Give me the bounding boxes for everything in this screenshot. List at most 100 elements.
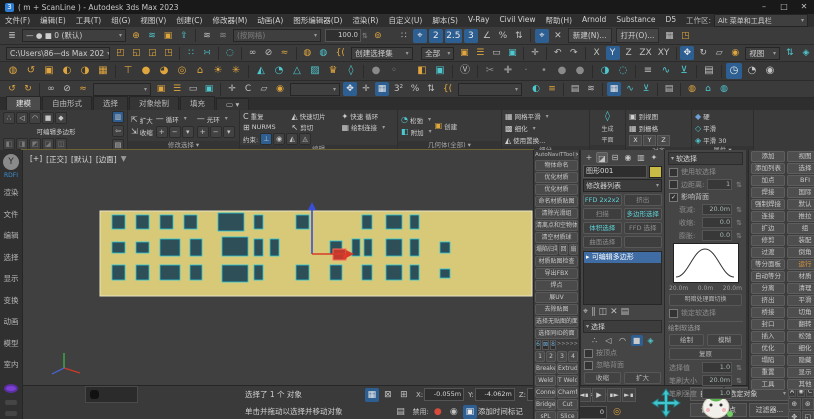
palette-icon[interactable]: ◧: [414, 63, 430, 79]
mini-listener-window[interactable]: [85, 386, 138, 403]
menu-item-15[interactable]: Arnold: [577, 15, 611, 26]
element-mode-icon[interactable]: ◈: [645, 335, 657, 346]
rail-item-7[interactable]: 模型: [4, 340, 19, 348]
dot-size-3-icon[interactable]: ●: [554, 63, 570, 79]
array-tool-icon[interactable]: ◍: [316, 46, 330, 60]
quick-modifier-4[interactable]: 体积选择: [583, 222, 622, 234]
light-box-icon[interactable]: ◑: [77, 63, 93, 79]
open-file-button[interactable]: 打开(O)...: [616, 28, 660, 43]
plugin-col2-12[interactable]: 平滑: [787, 295, 814, 306]
hierarchy-tab[interactable]: ⊟: [609, 152, 621, 163]
selection-value[interactable]: 1.0: [702, 362, 732, 373]
ribbon-button-附加[interactable]: ◧附加▾: [401, 127, 432, 137]
spinner-snap-icon[interactable]: ⇅: [512, 29, 526, 43]
dot-size-1-icon[interactable]: ·: [518, 63, 534, 79]
edge-distance-checkbox[interactable]: [669, 180, 678, 189]
quick-modifier-0[interactable]: FFD 2x2x2: [583, 194, 622, 206]
loop-label[interactable]: —循环▾: [156, 114, 194, 124]
next-frame-button[interactable]: ∎►: [607, 388, 621, 402]
grid-array-icon[interactable]: ∷: [184, 46, 198, 60]
menu-item-9[interactable]: 渲染(R): [347, 15, 383, 26]
amt-button-2[interactable]: 优化材质: [535, 184, 578, 195]
schematic-view-icon[interactable]: ▤: [701, 63, 717, 79]
menu-item-16[interactable]: Substance: [611, 15, 660, 26]
ribbon-button-NURMS[interactable]: ⊞NURMS: [243, 122, 284, 132]
region-select-icon[interactable]: ▭: [186, 82, 200, 96]
unlink-selection-icon[interactable]: ⊘: [262, 46, 276, 60]
polygon-mode-icon[interactable]: ■: [631, 335, 643, 346]
snap-target-icon[interactable]: ⌖: [413, 29, 427, 43]
edge-mode-icon[interactable]: ◁: [603, 335, 615, 346]
go-to-end-button[interactable]: ►∎: [622, 388, 636, 402]
use-soft-selection-checkbox[interactable]: [669, 168, 678, 177]
folder-set-project-icon[interactable]: ◲: [145, 46, 159, 60]
render-production-icon[interactable]: ◍: [717, 82, 731, 96]
plus-icon[interactable]: ✚: [500, 63, 516, 79]
align-x-button[interactable]: X: [629, 135, 642, 146]
place-tool-icon[interactable]: ◉: [273, 82, 287, 96]
configure-modifier-sets-icon[interactable]: ▤: [621, 307, 630, 317]
ring-dd-icon[interactable]: ▾: [223, 126, 235, 138]
soft-selection-header[interactable]: ▾ 软选择: [668, 152, 743, 165]
mirror-icon[interactable]: ◐: [529, 82, 543, 96]
select-and-place-icon[interactable]: ◉: [728, 46, 742, 60]
selection-filter-dropdown[interactable]: 全部▾: [421, 47, 454, 60]
show-end-result-icon[interactable]: ∥: [591, 307, 596, 317]
rail-item-5[interactable]: 变换: [4, 297, 19, 305]
plugin-col2-8[interactable]: 倒角: [787, 247, 814, 258]
ribbon-button-平滑 30[interactable]: ◈平滑 30: [695, 135, 727, 145]
spinner-snap-icon[interactable]: ⇅: [424, 82, 438, 96]
amt-button-13[interactable]: 选择无贴图的面: [535, 316, 578, 327]
record-dot-icon[interactable]: ●: [431, 405, 445, 419]
scale-tool-icon[interactable]: ▱: [257, 82, 271, 96]
bind-spacewarp-icon[interactable]: ≈: [278, 46, 292, 60]
folder-save-icon[interactable]: ◱: [129, 46, 143, 60]
object-color-swatch[interactable]: [649, 166, 662, 178]
amt-pair-2-0[interactable]: Connect: [535, 387, 556, 398]
viewport[interactable]: [+] [正交] [默认] [边面] ▼: [22, 150, 533, 385]
rail-item-6[interactable]: 动画: [4, 318, 19, 326]
plugin-col1-12[interactable]: 挤出: [751, 295, 785, 306]
quick-modifier-7[interactable]: [624, 236, 663, 248]
align-icon[interactable]: ≡: [545, 82, 559, 96]
subobject-mode-icon-2[interactable]: ◠: [29, 112, 41, 124]
named-selection-field[interactable]: (按网格)▾: [233, 29, 321, 42]
subobject-mode-icon-0[interactable]: ∴: [3, 112, 15, 124]
empty-dropdown[interactable]: ▾: [93, 83, 151, 96]
constraint-icon-0[interactable]: ⊥: [260, 133, 272, 145]
spinner-arrows-icon[interactable]: ⇅: [736, 377, 742, 385]
menu-item-14[interactable]: 帮助(H): [541, 15, 578, 26]
layer-explorer-toggle-icon[interactable]: ≋: [584, 82, 598, 96]
water-drop-icon[interactable]: ◊: [343, 63, 359, 79]
polymod-side-icon-1[interactable]: ⇦: [112, 125, 124, 137]
ribbon-tab-0[interactable]: 建模: [6, 96, 41, 110]
rail-item-8[interactable]: 室内: [4, 361, 19, 369]
menu-item-17[interactable]: D5: [661, 15, 682, 26]
isolate-selection-icon[interactable]: ▦: [365, 388, 379, 402]
crown-icon[interactable]: ♛: [325, 63, 341, 79]
quick-modifier-6[interactable]: 曲面选择: [583, 236, 622, 248]
quick-modifier-5[interactable]: FFD 选择: [624, 222, 663, 234]
bind-icon[interactable]: ≈: [76, 82, 90, 96]
scene-list-icon[interactable]: ≡: [640, 63, 656, 79]
spinner-arrows-icon[interactable]: ⇅: [736, 181, 742, 189]
rect-region-icon[interactable]: ▭: [489, 46, 503, 60]
plugin-col1-16[interactable]: 优化: [751, 343, 785, 354]
plugin-col2-14[interactable]: 翻转: [787, 319, 814, 330]
camera-box-icon[interactable]: ▣: [41, 63, 57, 79]
create-layer-icon[interactable]: ⊕: [129, 29, 143, 43]
amt-pair-3-0[interactable]: Bridge: [535, 399, 556, 410]
amt-id-button-2[interactable]: 2: [546, 351, 556, 362]
key-icon[interactable]: ◎: [610, 405, 624, 419]
project-path-dropdown[interactable]: C:\Users\86—ds Max 202▾: [6, 47, 110, 60]
select-and-move-icon[interactable]: ✥: [680, 46, 694, 60]
amt-num-a[interactable]: 6: [535, 340, 541, 350]
selection-set-icon[interactable]: {(: [332, 46, 348, 60]
record-circle-icon[interactable]: ◉: [447, 405, 461, 419]
poly-tool-icon-4[interactable]: ◫: [55, 138, 67, 150]
rail-item-1[interactable]: 文件: [4, 211, 19, 219]
menu-item-4[interactable]: 视图(V): [135, 15, 171, 26]
plugin-col2-11[interactable]: 清理: [787, 283, 814, 294]
selection-set-icon[interactable]: {(: [440, 82, 455, 96]
amt-id-button-3[interactable]: 3: [557, 351, 567, 362]
